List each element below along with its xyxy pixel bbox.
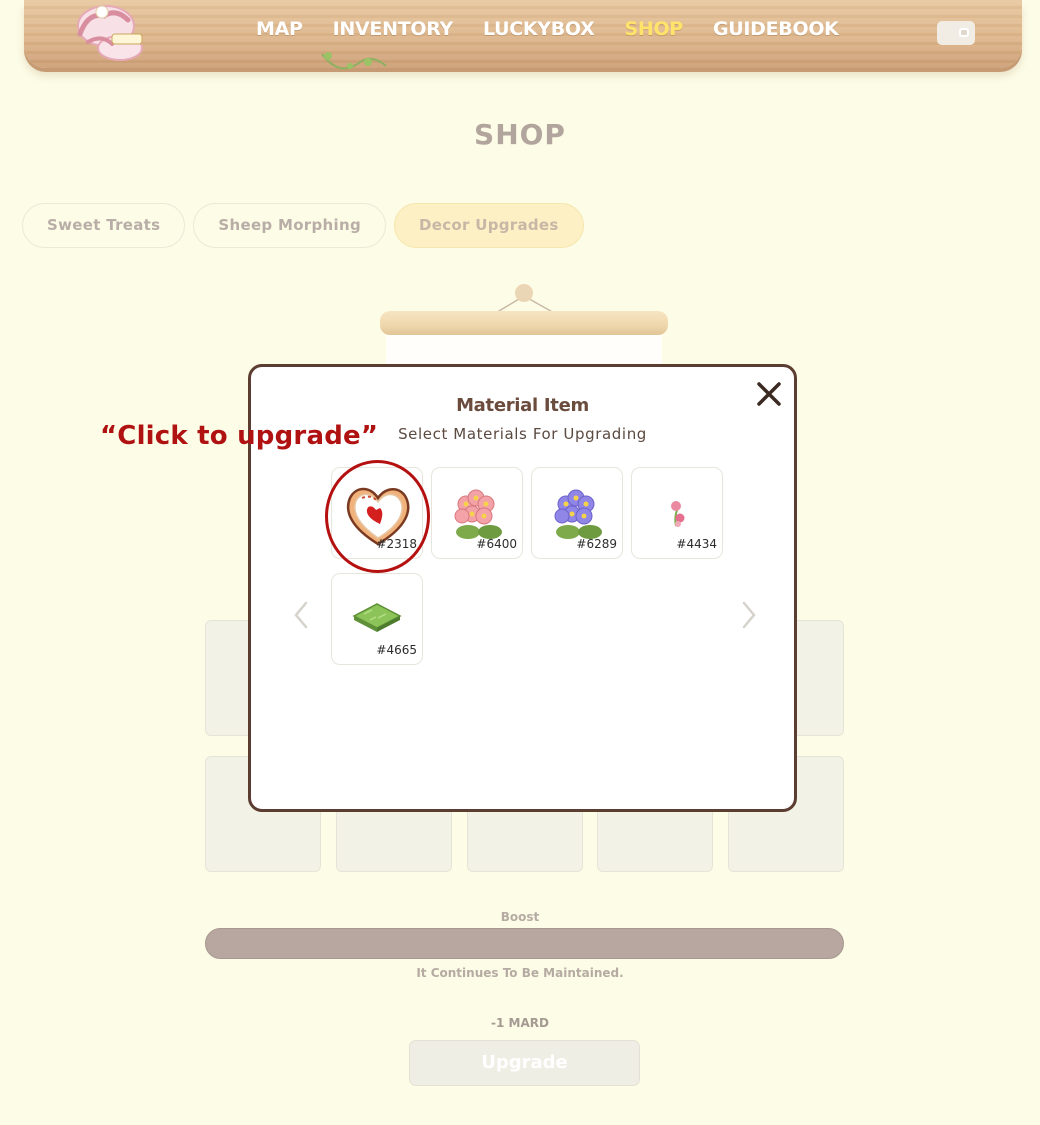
material-item-card[interactable]: #2318 — [331, 467, 423, 559]
scroll-knob — [515, 284, 533, 302]
nav-links: MAP INVENTORY LUCKYBOX SHOP GUIDEBOOK — [256, 18, 839, 40]
nav-link-shop[interactable]: SHOP — [624, 18, 683, 40]
close-button[interactable] — [754, 379, 784, 409]
scroll-rod — [380, 311, 668, 335]
material-item-number: #6289 — [576, 537, 617, 551]
click-to-upgrade-annotation: “Click to upgrade” — [100, 421, 379, 451]
prev-page-arrow[interactable] — [291, 599, 311, 631]
upgrade-cost: -1 MARD — [491, 1016, 549, 1030]
page-title: SHOP — [474, 118, 566, 151]
wallet-icon — [959, 28, 969, 37]
close-icon — [757, 382, 781, 406]
tab-sheep-morphing[interactable]: Sheep Morphing — [193, 203, 386, 248]
tab-decor-upgrades[interactable]: Decor Upgrades — [393, 203, 584, 248]
upgrade-button[interactable]: Upgrade — [409, 1040, 640, 1086]
material-item-number: #4665 — [376, 643, 417, 657]
material-item-card[interactable]: #4434 — [631, 467, 723, 559]
material-item-card[interactable]: #6289 — [531, 467, 623, 559]
sheep-farm-logo[interactable] — [68, 4, 148, 62]
shop-tabs: Sweet Treats Sheep Morphing Decor Upgrad… — [22, 203, 584, 248]
chevron-right-icon — [742, 601, 756, 629]
material-item-card[interactable]: #6400 — [431, 467, 523, 559]
nav-link-luckybox[interactable]: LUCKYBOX — [483, 18, 595, 40]
boost-bar — [205, 928, 844, 959]
next-page-arrow[interactable] — [739, 599, 759, 631]
material-item-number: #2318 — [376, 537, 417, 551]
material-item-number: #4434 — [676, 537, 717, 551]
chevron-left-icon — [294, 601, 308, 629]
tab-sweet-treats[interactable]: Sweet Treats — [22, 203, 186, 248]
modal-title: Material Item — [456, 395, 589, 416]
nav-link-guidebook[interactable]: GUIDEBOOK — [713, 18, 839, 40]
boost-label: Boost — [500, 910, 540, 924]
maintained-text: It Continues To Be Maintained. — [416, 966, 624, 980]
nav-link-map[interactable]: MAP — [256, 18, 303, 40]
wallet-button[interactable] — [937, 21, 975, 45]
material-item-number: #6400 — [476, 537, 517, 551]
material-item-card[interactable]: #4665 — [331, 573, 423, 665]
vine-decoration — [321, 52, 387, 70]
nav-link-inventory[interactable]: INVENTORY — [333, 18, 454, 40]
top-nav-bar: MAP INVENTORY LUCKYBOX SHOP GUIDEBOOK — [24, 0, 1022, 70]
